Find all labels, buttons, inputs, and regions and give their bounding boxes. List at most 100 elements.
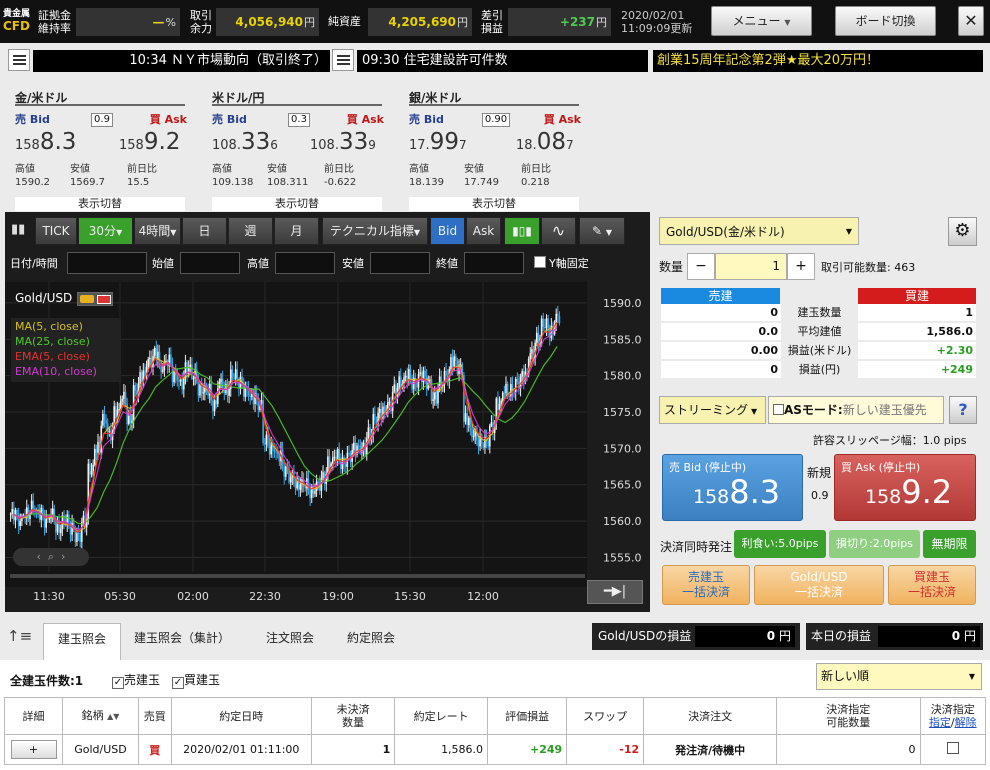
buy-ask-button[interactable]: 買 Ask (停止中) 1589.2: [834, 454, 976, 521]
candle-body: [393, 384, 396, 392]
settle-select-checkbox[interactable]: [946, 742, 959, 754]
list-icon[interactable]: [8, 49, 30, 71]
ask-toggle[interactable]: Ask: [466, 217, 501, 245]
tab-executions[interactable]: 約定照会: [334, 623, 408, 653]
no-expiry-toggle[interactable]: 無期限: [923, 530, 976, 558]
candle-body: [192, 377, 195, 379]
timeframe-30min-button[interactable]: 30分▼: [78, 217, 133, 245]
yfix-checkbox[interactable]: [534, 256, 546, 268]
menu-button[interactable]: メニュー ▼: [711, 6, 812, 36]
filter-buy-checkbox[interactable]: ✓ 買建玉: [172, 671, 220, 689]
timeframe-4h-button[interactable]: 4時間▼: [134, 217, 181, 245]
candle-body: [275, 451, 277, 453]
open-field[interactable]: [180, 252, 240, 274]
close-field[interactable]: [464, 252, 524, 274]
tab-positions-summary[interactable]: 建玉照会（集計）: [126, 623, 238, 653]
candle-body: [521, 370, 523, 377]
candle-body: [16, 510, 18, 515]
candle-body: [178, 380, 180, 382]
scroll-to-end-icon[interactable]: ━▶|: [587, 580, 643, 604]
candle-body: [328, 456, 331, 468]
list-icon[interactable]: [332, 49, 354, 71]
timeframe-month-button[interactable]: 月: [274, 217, 319, 245]
x-tick-label: 11:30: [33, 590, 65, 603]
help-icon[interactable]: ?: [949, 396, 977, 424]
y-tick-label: 1565.0: [603, 479, 642, 492]
display-toggle-button[interactable]: 表示切替: [212, 197, 382, 211]
datetime-field[interactable]: [67, 252, 147, 274]
draw-tool-icon[interactable]: ✎ ▼: [579, 217, 625, 245]
chart-nav-controls[interactable]: ‹ ⌕ ›: [13, 548, 89, 566]
candle-body: [304, 486, 307, 489]
net-assets-value: 4,205,690円: [368, 8, 472, 36]
news-item[interactable]: 09:30 住宅建設許可件数: [357, 50, 648, 72]
candle-body: [353, 442, 355, 450]
tab-positions[interactable]: 建玉照会: [43, 623, 121, 660]
stop-loss-toggle[interactable]: 損切り:2.0pips: [829, 530, 920, 558]
take-profit-toggle[interactable]: 利食い:5.0pips: [734, 530, 826, 558]
candle-body: [199, 383, 201, 396]
candle-body: [529, 353, 532, 359]
candle-body: [140, 372, 143, 383]
filter-sell-checkbox[interactable]: ✓ 売建玉: [112, 671, 160, 689]
tab-orders[interactable]: 注文照会: [254, 623, 326, 653]
qty-input[interactable]: 1: [715, 253, 787, 280]
candlestick-icon[interactable]: ▮▯▮: [504, 217, 540, 245]
candle-body: [267, 434, 269, 447]
deselect-all-link[interactable]: 解除: [955, 716, 977, 729]
display-toggle-button[interactable]: 表示切替: [15, 197, 185, 211]
pnl-label: 差引 損益: [481, 9, 503, 35]
detail-expand-button[interactable]: +: [10, 740, 57, 759]
symbol-dropdown[interactable]: Gold/USD(金/米ドル) ▼: [659, 217, 859, 245]
candle-body: [69, 525, 72, 535]
qty-decrement-button[interactable]: −: [687, 253, 715, 280]
candle-body: [283, 465, 285, 477]
candle-body: [233, 378, 235, 380]
board-switch-button[interactable]: ボード切換: [835, 6, 936, 36]
news-item[interactable]: 10:34 ＮＹ市場動向（取引終了）: [33, 50, 330, 72]
qty-increment-button[interactable]: +: [787, 253, 815, 280]
bid-price: 17.997: [409, 129, 467, 155]
timeframe-day-button[interactable]: 日: [182, 217, 227, 245]
candle-body: [105, 420, 107, 424]
close-all-buy-button[interactable]: 買建玉 一括決済: [888, 565, 976, 605]
low-field[interactable]: [370, 252, 430, 274]
candle-body: [535, 332, 538, 343]
select-all-link[interactable]: 指定: [929, 716, 951, 729]
sell-bid-button[interactable]: 売 Bid (停止中) 1588.3: [662, 454, 803, 521]
as-mode-toggle[interactable]: ASモード:新しい建玉優先: [768, 396, 944, 424]
margin-rate-label: 証拠金 維持率: [38, 9, 71, 35]
promo-banner[interactable]: 創業15周年記念第2弾★最大20万円！: [653, 50, 983, 72]
close-all-symbol-button[interactable]: Gold/USD 一括決済: [754, 565, 884, 605]
rate-card-usd-jpy[interactable]: 米ドル/円 売 Bid 0.3 買 Ask 108.336 108.339 高値…: [212, 89, 384, 211]
rate-card-silver-usd[interactable]: 銀/米ドル 売 Bid 0.90 買 Ask 17.997 18.087 高値 1…: [409, 89, 581, 211]
candle-body: [89, 463, 91, 475]
streaming-dropdown[interactable]: ストリーミング ▼: [659, 396, 766, 424]
sort-order-dropdown[interactable]: 新しい順 ▼: [816, 663, 982, 690]
sort-list-icon[interactable]: ↑≡: [7, 627, 32, 645]
close-all-sell-button[interactable]: 売建玉 一括決済: [662, 565, 750, 605]
bid-toggle[interactable]: Bid: [430, 217, 465, 245]
candle-body: [557, 313, 559, 316]
bid-price: 108.336: [212, 129, 278, 155]
close-icon[interactable]: ✕: [958, 6, 984, 36]
tick-button[interactable]: TICK: [35, 217, 77, 245]
rate-card-gold-usd[interactable]: 金/米ドル 売 Bid 0.9 買 Ask 1588.3 1589.2 高値 15…: [15, 89, 187, 211]
positions-table: 詳細 銘柄 ▲▼ 売買 約定日時 未決済 数量 約定レート 評価損益 スワップ 決…: [3, 697, 987, 765]
candle-body: [149, 357, 151, 360]
bar-chart-icon[interactable]: ▮▮: [11, 222, 25, 237]
sortable-symbol-header[interactable]: 銘柄 ▲▼: [62, 697, 139, 735]
candle-body: [51, 508, 54, 515]
candle-body: [516, 378, 519, 382]
candle-body: [433, 391, 436, 400]
high-field[interactable]: [275, 252, 335, 274]
pnl-value: +237円: [508, 8, 611, 36]
display-toggle-button[interactable]: 表示切替: [409, 197, 579, 211]
timeframe-week-button[interactable]: 週: [228, 217, 273, 245]
settings-gear-icon[interactable]: ⚙: [948, 217, 977, 246]
chart-scrollbar[interactable]: [10, 574, 585, 578]
line-chart-icon[interactable]: ∿: [541, 217, 576, 245]
candle-body: [336, 449, 339, 460]
candle-body: [424, 370, 426, 377]
technical-indicator-dropdown[interactable]: テクニカル指標▼: [322, 217, 428, 245]
